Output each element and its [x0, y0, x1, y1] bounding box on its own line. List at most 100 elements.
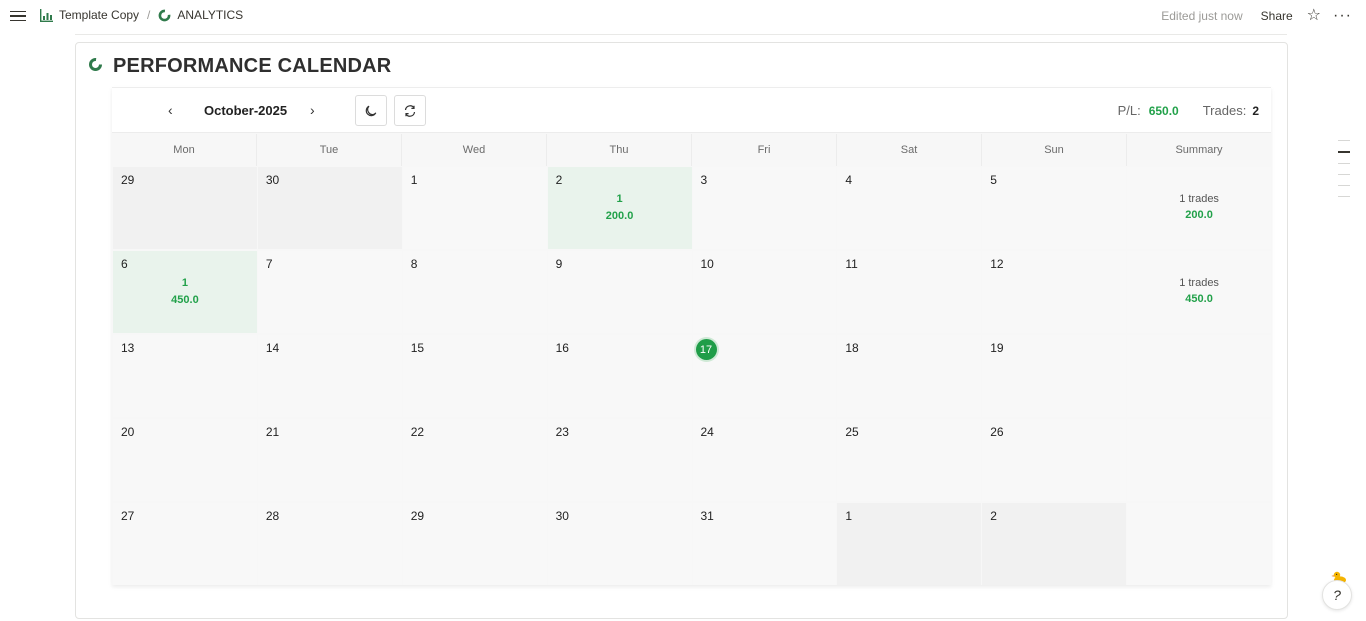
day-cell[interactable]: 9 — [547, 251, 692, 333]
breadcrumb: Template Copy / ANALYTICS — [40, 8, 243, 22]
share-button[interactable]: Share — [1261, 9, 1293, 23]
day-cell[interactable]: 21 — [257, 419, 402, 501]
help-button[interactable]: ? — [1322, 580, 1352, 610]
day-cell[interactable]: 20 — [113, 419, 257, 501]
weekday-header: Mon Tue Wed Thu Fri Sat Sun Summary — [112, 134, 1271, 166]
day-cell[interactable]: 11 — [837, 251, 982, 333]
star-icon[interactable]: ☆ — [1307, 8, 1321, 24]
day-number: 30 — [265, 173, 280, 187]
day-cell[interactable]: 24 — [692, 419, 837, 501]
day-number: 22 — [410, 425, 425, 439]
day-number: 4 — [845, 173, 853, 187]
week-row: 20 21 22 23 24 25 26 — [112, 418, 1271, 502]
summary-pl: 200.0 — [1185, 209, 1213, 221]
day-cell[interactable]: 1 — [402, 167, 547, 249]
help-icon: ? — [1333, 587, 1341, 603]
day-cell[interactable]: 29 — [113, 167, 257, 249]
pl-value: 650.0 — [1148, 104, 1179, 118]
week-row: 6 1 450.0 7 8 9 10 11 12 1 trades 450.0 — [112, 250, 1271, 334]
day-cell[interactable]: 7 — [257, 251, 402, 333]
day-number: 1 — [410, 173, 418, 187]
day-cell[interactable]: 26 — [982, 419, 1127, 501]
summary-header: Summary — [1175, 144, 1223, 156]
day-cell[interactable]: 30 — [547, 503, 692, 585]
day-number: 30 — [555, 509, 569, 523]
breadcrumb-separator: / — [147, 8, 151, 22]
weekday-label: Wed — [402, 134, 547, 166]
day-number: 29 — [121, 173, 135, 187]
day-cell[interactable]: 2 1 200.0 — [547, 167, 692, 249]
day-cell[interactable]: 31 — [692, 503, 837, 585]
weekday-label: Mon — [112, 134, 257, 166]
day-number: 20 — [121, 425, 135, 439]
summary-pl: 450.0 — [1185, 293, 1213, 305]
day-cell[interactable]: 29 — [402, 503, 547, 585]
day-number: 27 — [121, 509, 135, 523]
today-badge: 17 — [695, 339, 717, 360]
day-number: 2 — [555, 173, 563, 187]
day-cell[interactable]: 28 — [257, 503, 402, 585]
prev-month-button[interactable]: ‹ — [168, 102, 173, 118]
summary-trades: 1 trades — [1179, 277, 1219, 289]
day-cell[interactable]: 4 — [837, 167, 982, 249]
day-cell[interactable]: 2 — [982, 503, 1127, 585]
week-row: 29 30 1 2 1 200.0 3 4 5 1 trades 200.0 — [112, 166, 1271, 250]
calendar: ‹ October-2025 › P/L: 650.0 Trades: 2 Mo… — [112, 87, 1271, 585]
chart-icon — [40, 8, 53, 22]
day-number: 24 — [700, 425, 714, 439]
day-number: 2 — [990, 509, 997, 523]
title-row: PERFORMANCE CALENDAR — [88, 55, 391, 78]
day-number: 14 — [265, 341, 280, 355]
calendar-grid: 29 30 1 2 1 200.0 3 4 5 1 trades 200.0 6 1 450.0 7 8 9 10… — [112, 166, 1271, 586]
edited-status: Edited just now — [1161, 9, 1243, 23]
menu-icon[interactable] — [10, 8, 26, 24]
refresh-button[interactable] — [394, 95, 426, 126]
day-cell[interactable]: 22 — [402, 419, 547, 501]
day-cell[interactable]: 15 — [402, 335, 547, 417]
breadcrumb-template-copy[interactable]: Template Copy — [40, 8, 139, 22]
day-cell[interactable]: 8 — [402, 251, 547, 333]
day-cell[interactable]: 23 — [547, 419, 692, 501]
day-cell[interactable]: 30 — [257, 167, 402, 249]
day-number: 3 — [700, 173, 708, 187]
next-month-button[interactable]: › — [310, 102, 315, 118]
day-cell[interactable]: 18 — [837, 335, 982, 417]
day-pl: 200.0 — [605, 210, 634, 222]
trades-value: 2 — [1252, 104, 1259, 118]
day-cell[interactable]: 16 — [547, 335, 692, 417]
day-trade-count: 1 — [616, 193, 623, 205]
day-cell[interactable]: 10 — [692, 251, 837, 333]
day-number: 28 — [265, 509, 280, 523]
trades-label: Trades: — [1202, 103, 1247, 118]
page-outline[interactable] — [1338, 140, 1350, 207]
breadcrumb-analytics[interactable]: ANALYTICS — [158, 8, 243, 22]
day-cell[interactable]: 5 — [982, 167, 1127, 249]
day-cell[interactable]: 12 — [982, 251, 1127, 333]
day-number: 9 — [555, 257, 563, 271]
weekday-label: Fri — [692, 134, 837, 166]
day-number: 29 — [410, 509, 425, 523]
day-cell[interactable]: 27 — [113, 503, 257, 585]
more-icon[interactable]: ··· — [1333, 8, 1352, 24]
theme-toggle-button[interactable] — [355, 95, 387, 126]
weekday-label: Tue — [257, 134, 402, 166]
pl-label: P/L: — [1117, 103, 1141, 118]
day-trade-count: 1 — [181, 277, 188, 289]
day-number: 1 — [845, 509, 853, 523]
day-cell[interactable]: 6 1 450.0 — [113, 251, 257, 333]
week-row: 13 14 15 16 17 18 19 — [112, 334, 1271, 418]
calendar-header: ‹ October-2025 › P/L: 650.0 Trades: 2 — [112, 88, 1271, 133]
day-cell[interactable]: 13 — [113, 335, 257, 417]
stats: P/L: 650.0 Trades: 2 — [1118, 103, 1259, 118]
day-cell[interactable]: 17 — [692, 335, 837, 417]
weekday-label: Sat — [837, 134, 982, 166]
day-cell[interactable]: 1 — [837, 503, 982, 585]
day-cell[interactable]: 3 — [692, 167, 837, 249]
month-label: October-2025 — [204, 103, 288, 118]
day-cell[interactable]: 14 — [257, 335, 402, 417]
day-cell[interactable]: 25 — [837, 419, 982, 501]
top-bar: Template Copy / ANALYTICS Edited just no… — [0, 0, 1366, 33]
breadcrumb-label: ANALYTICS — [177, 8, 244, 22]
day-number: 18 — [845, 341, 859, 355]
day-cell[interactable]: 19 — [982, 335, 1127, 417]
